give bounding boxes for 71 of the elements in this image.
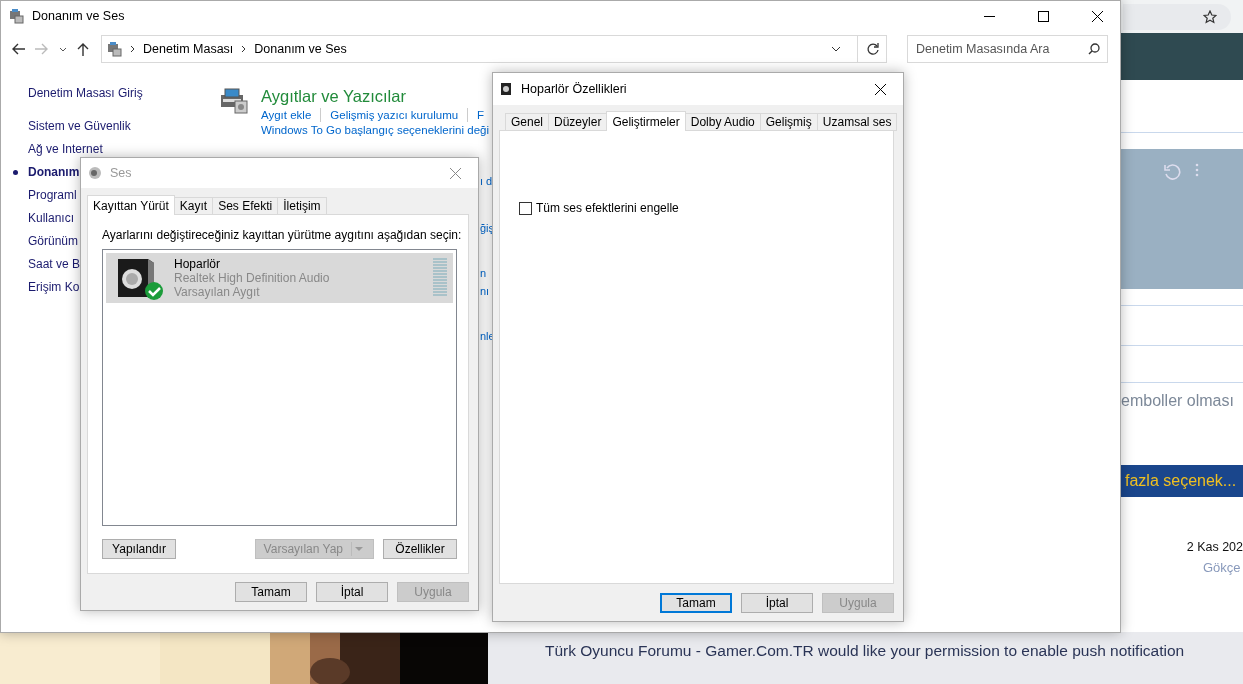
task-link[interactable]: ı d	[480, 175, 493, 187]
section-title: Aygıtlar ve Yazıcılar	[261, 87, 406, 106]
breadcrumb-item[interactable]: Donanım ve Ses	[254, 42, 347, 56]
dialog-button[interactable]: Tamam	[660, 593, 732, 613]
up-button[interactable]	[75, 42, 91, 56]
post-date: 2 Kas 202	[1185, 540, 1243, 554]
chevron-icon	[130, 45, 135, 53]
close-icon	[874, 83, 886, 95]
tab[interactable]: Dolby Audio	[684, 113, 761, 131]
search-icon	[1088, 43, 1100, 55]
tab[interactable]: Kayıttan Yürüt	[87, 195, 175, 215]
sidebar-link[interactable]: Kullanıcı	[28, 211, 75, 234]
tab[interactable]: Geliştirmeler	[606, 111, 686, 131]
speaker-icon	[500, 82, 513, 96]
refresh-icon[interactable]	[866, 42, 880, 56]
sidebar-link[interactable]: Donanım	[28, 165, 80, 188]
tab[interactable]: İletişim	[277, 197, 327, 215]
tab[interactable]: Genel	[505, 113, 550, 131]
speaker-icon	[88, 166, 102, 180]
sidebar-link[interactable]: Saat ve B	[28, 257, 81, 280]
window-title: Donanım ve Ses	[32, 9, 126, 23]
close-icon	[1091, 10, 1103, 22]
dialog-button[interactable]: Tamam	[235, 582, 307, 602]
task-link[interactable]: n	[480, 267, 487, 279]
more-icon[interactable]	[1195, 163, 1199, 177]
device-row[interactable]: Hoparlör Realtek High Definition Audio Varsayılan Aygıt	[106, 253, 453, 303]
star-icon[interactable]	[1203, 9, 1217, 24]
sidebar-link[interactable]: Denetim Masası Giriş	[28, 86, 143, 109]
device-driver: Realtek High Definition Audio	[174, 271, 330, 285]
tab[interactable]: Uzamsal ses	[816, 113, 898, 131]
checkbox[interactable]: Tüm ses efektlerini engelle	[519, 201, 679, 215]
recent-dropdown[interactable]	[57, 46, 69, 52]
dialog-button[interactable]: Yapılandır	[102, 539, 176, 559]
task-link[interactable]: Aygıt ekle	[261, 109, 312, 121]
dialog-button[interactable]: İptal	[741, 593, 813, 613]
tab[interactable]: Düzeyler	[548, 113, 608, 131]
minimize-icon	[983, 15, 995, 17]
task-link[interactable]: nı	[480, 285, 490, 297]
tab[interactable]: Gelişmiş	[759, 113, 818, 131]
sidebar-link[interactable]: Görünüm	[28, 234, 79, 257]
printer-icon	[219, 87, 249, 115]
sidebar-link[interactable]: Ağ ve Internet	[28, 142, 103, 165]
tab[interactable]: Kayıt	[173, 197, 214, 215]
undo-icon[interactable]	[1163, 163, 1181, 181]
chevron-icon	[241, 45, 247, 53]
dialog-button[interactable]: İptal	[316, 582, 388, 602]
search-field[interactable]: Denetim Masasında Ara	[907, 35, 1108, 63]
close-icon	[449, 167, 461, 179]
device-name: Hoparlör	[174, 257, 221, 271]
post-snippet: emboller olması	[1121, 392, 1235, 410]
volume-meter	[433, 258, 447, 298]
notification-text: Türk Oyuncu Forumu - Gamer.Com.TR would like your permission to enable push notification	[488, 632, 1243, 684]
dropdown-icon[interactable]	[831, 46, 841, 52]
devices-icon	[106, 41, 122, 57]
devices-icon	[8, 8, 24, 24]
maximize-icon	[1037, 10, 1049, 22]
sidebar-link[interactable]: Sistem ve Güvenlik	[28, 119, 131, 142]
task-link[interactable]: F	[477, 109, 485, 121]
breadcrumb-item[interactable]: Denetim Masası	[143, 42, 234, 56]
task-link[interactable]: Windows To Go başlangıç seçeneklerini deği	[261, 124, 489, 136]
dialog-title: Hoparlör Özellikleri	[521, 82, 628, 96]
caret-icon	[351, 542, 365, 556]
more-options-button[interactable]: fazla seçenek...	[1121, 465, 1243, 497]
bullet-icon	[13, 170, 18, 175]
dialog-button[interactable]: Özellikler	[383, 539, 457, 559]
address-field[interactable]: Denetim Masası Donanım ve Ses	[101, 35, 887, 63]
sidebar-link[interactable]: Programl	[28, 188, 77, 211]
device-status: Varsayılan Aygıt	[174, 285, 260, 299]
sidebar-link[interactable]: Erişim Ko	[28, 280, 80, 303]
task-link[interactable]: Gelişmiş yazıcı kurulumu	[330, 109, 459, 121]
dialog-title: Ses	[110, 166, 133, 180]
